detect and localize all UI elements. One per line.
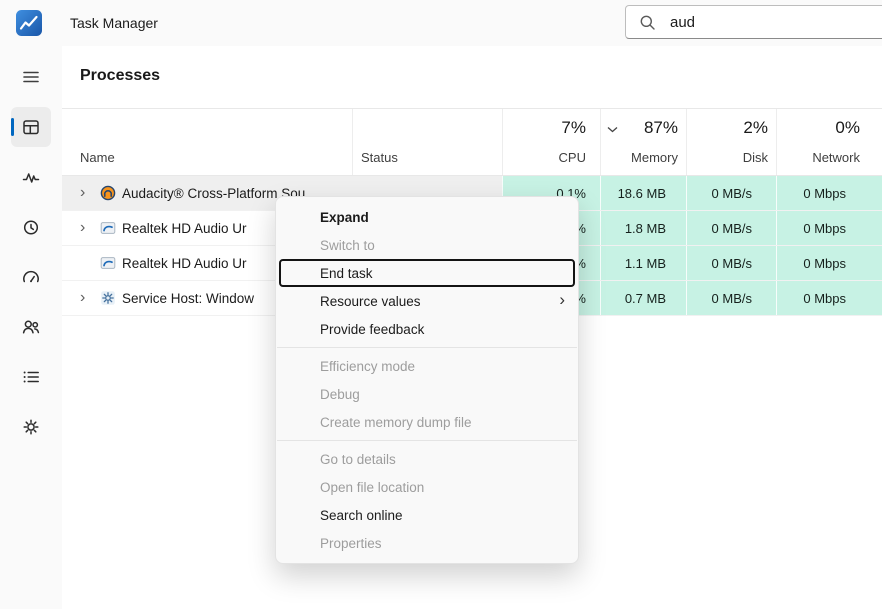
cpu-total-usage: 7% (561, 118, 586, 138)
menu-item-expand[interactable]: Expand › (276, 203, 578, 231)
app-history-icon (21, 217, 41, 237)
sidebar (0, 46, 62, 609)
sort-indicator-icon (607, 120, 618, 138)
users-icon (21, 317, 41, 337)
menu-item-properties: Properties › (276, 529, 578, 557)
sidebar-item-details[interactable] (11, 357, 51, 397)
process-memory: 1.1 MB (600, 246, 686, 280)
memory-total-usage: 87% (644, 118, 678, 138)
column-header-memory[interactable]: 87% Memory (600, 109, 686, 175)
menu-item-end-task[interactable]: End task › (279, 259, 575, 287)
process-disk: 0 MB/s (686, 281, 776, 315)
sidebar-item-startup-apps[interactable] (11, 257, 51, 297)
performance-icon (21, 167, 41, 187)
process-network: 0 Mbps (776, 176, 882, 210)
details-icon (21, 367, 41, 387)
menu-item-create-memory-dump-file: Create memory dump file › (276, 408, 578, 436)
submenu-chevron-icon: › (559, 290, 565, 310)
column-header-status[interactable]: Status (352, 109, 502, 175)
page-title: Processes (62, 46, 882, 108)
column-header-network[interactable]: 0% Network (776, 109, 882, 175)
menu-item-provide-feedback[interactable]: Provide feedback › (276, 315, 578, 343)
menu-item-search-online[interactable]: Search online › (276, 501, 578, 529)
process-name: Service Host: Window (122, 291, 254, 306)
menu-item-switch-to: Switch to › (276, 231, 578, 259)
menu-item-debug: Debug › (276, 380, 578, 408)
process-name: Realtek HD Audio Ur (122, 256, 247, 271)
search-icon (639, 14, 656, 31)
task-manager-logo-icon (16, 10, 42, 36)
process-memory: 1.8 MB (600, 211, 686, 245)
process-disk: 0 MB/s (686, 246, 776, 280)
menu-item-open-file-location: Open file location › (276, 473, 578, 501)
column-header-disk[interactable]: 2% Disk (686, 109, 776, 175)
context-menu: Expand › Switch to › End task › Resource… (275, 196, 579, 564)
search-box[interactable] (625, 5, 882, 39)
table-header: Name Status 7% CPU 87% Memory 2% Disk 0%… (62, 108, 882, 176)
sidebar-item-services[interactable] (11, 407, 51, 447)
sidebar-item-users[interactable] (11, 307, 51, 347)
process-memory: 0.7 MB (600, 281, 686, 315)
process-memory: 18.6 MB (600, 176, 686, 210)
menu-separator (277, 347, 577, 348)
realtek-icon (100, 255, 116, 271)
menu-item-efficiency-mode: Efficiency mode › (276, 352, 578, 380)
sidebar-item-app-history[interactable] (11, 207, 51, 247)
expander-chevron-icon[interactable]: › (80, 185, 94, 201)
sidebar-item-processes[interactable] (11, 107, 51, 147)
services-icon (21, 417, 41, 437)
column-header-name[interactable]: Name (62, 109, 352, 175)
process-network: 0 Mbps (776, 281, 882, 315)
expander-chevron-icon[interactable]: › (80, 220, 94, 236)
sidebar-item-performance[interactable] (11, 157, 51, 197)
app-title: Task Manager (70, 15, 158, 31)
menu-item-resource-values[interactable]: Resource values › (276, 287, 578, 315)
process-network: 0 Mbps (776, 211, 882, 245)
menu-separator (277, 440, 577, 441)
process-name: Realtek HD Audio Ur (122, 221, 247, 236)
service-host-icon (100, 290, 116, 306)
search-input[interactable] (670, 14, 860, 31)
process-network: 0 Mbps (776, 246, 882, 280)
process-disk: 0 MB/s (686, 176, 776, 210)
process-disk: 0 MB/s (686, 211, 776, 245)
sidebar-item-menu[interactable] (11, 57, 51, 97)
processes-icon (21, 117, 41, 137)
titlebar: Task Manager (0, 0, 882, 46)
startup-apps-icon (21, 267, 41, 287)
disk-total-usage: 2% (743, 118, 768, 138)
menu-icon (21, 67, 41, 87)
audacity-icon (100, 185, 116, 201)
column-header-cpu[interactable]: 7% CPU (502, 109, 600, 175)
network-total-usage: 0% (835, 118, 860, 138)
menu-item-go-to-details: Go to details › (276, 445, 578, 473)
realtek-icon (100, 220, 116, 236)
expander-chevron-icon[interactable]: › (80, 290, 94, 306)
